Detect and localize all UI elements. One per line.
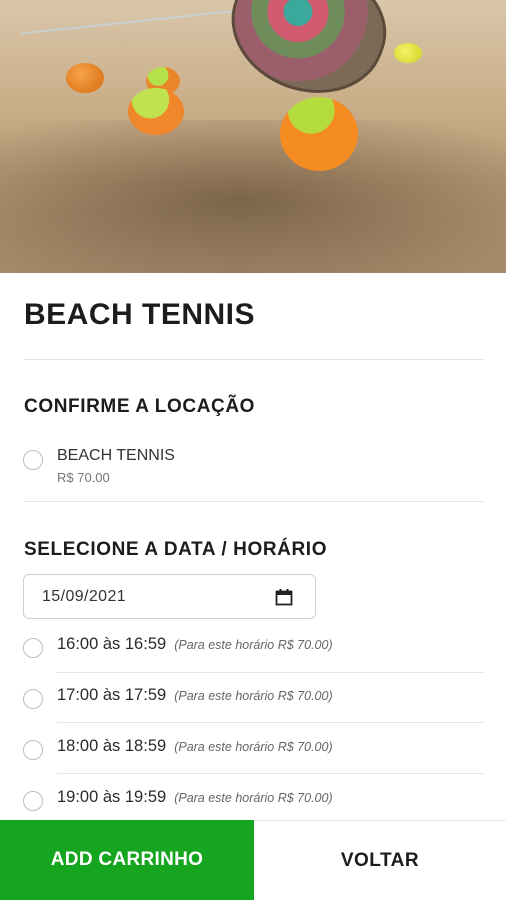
time-slot-radio[interactable]: [23, 791, 43, 811]
time-slot-radio[interactable]: [23, 638, 43, 658]
divider: [57, 773, 484, 774]
divider: [57, 722, 484, 723]
date-value: 15/09/2021: [42, 588, 127, 605]
add-to-cart-button[interactable]: ADD CARRINHO: [0, 820, 254, 900]
divider: [57, 672, 484, 673]
time-slot-note: (Para este horário R$ 70.00): [174, 740, 333, 754]
time-slot-label[interactable]: 17:00 às 17:59 (Para este horário R$ 70.0…: [57, 686, 333, 705]
time-slot-time: 19:00 às 19:59: [57, 788, 167, 806]
time-slot-time: 18:00 às 18:59: [57, 737, 167, 755]
time-slot-label[interactable]: 18:00 às 18:59 (Para este horário R$ 70.0…: [57, 737, 333, 756]
time-slot[interactable]: 18:00 às 18:59 (Para este horário R$ 70.0…: [0, 737, 506, 787]
ball-graphic: [128, 88, 184, 135]
back-button[interactable]: VOLTAR: [254, 820, 506, 900]
time-slot-radio[interactable]: [23, 740, 43, 760]
time-slot-note: (Para este horário R$ 70.00): [174, 689, 333, 703]
time-slot[interactable]: 17:00 às 17:59 (Para este horário R$ 70.0…: [0, 686, 506, 736]
ball-graphic: [280, 97, 358, 171]
time-slot-time: 17:00 às 17:59: [57, 686, 167, 704]
location-option-label[interactable]: BEACH TENNIS: [57, 447, 175, 465]
time-slot[interactable]: 16:00 às 16:59 (Para este horário R$ 70.0…: [0, 635, 506, 685]
schedule-section-title: SELECIONE A DATA / HORÁRIO: [24, 539, 328, 560]
hero-image: [0, 0, 506, 273]
racket-graphic: [213, 0, 403, 114]
time-slot-radio[interactable]: [23, 689, 43, 709]
time-slot-time: 16:00 às 16:59: [57, 635, 167, 653]
court-line: [20, 7, 260, 35]
page-title: BEACH TENNIS: [24, 298, 256, 331]
date-input[interactable]: 15/09/2021: [23, 574, 316, 619]
time-slot-label[interactable]: 16:00 às 16:59 (Para este horário R$ 70.0…: [57, 635, 333, 654]
divider: [24, 359, 484, 360]
time-slot-label[interactable]: 19:00 às 19:59 (Para este horário R$ 70.0…: [57, 788, 333, 807]
divider: [24, 501, 484, 502]
hero-shadow: [0, 120, 506, 273]
location-option-radio[interactable]: [23, 450, 43, 470]
location-option-price: R$ 70.00: [57, 470, 110, 485]
time-slot-note: (Para este horário R$ 70.00): [174, 791, 333, 805]
time-slot-note: (Para este horário R$ 70.00): [174, 638, 333, 652]
location-section-title: CONFIRME A LOCAÇÃO: [24, 396, 256, 417]
ball-graphic: [394, 43, 422, 63]
calendar-icon[interactable]: [275, 589, 293, 606]
ball-graphic: [66, 63, 104, 93]
